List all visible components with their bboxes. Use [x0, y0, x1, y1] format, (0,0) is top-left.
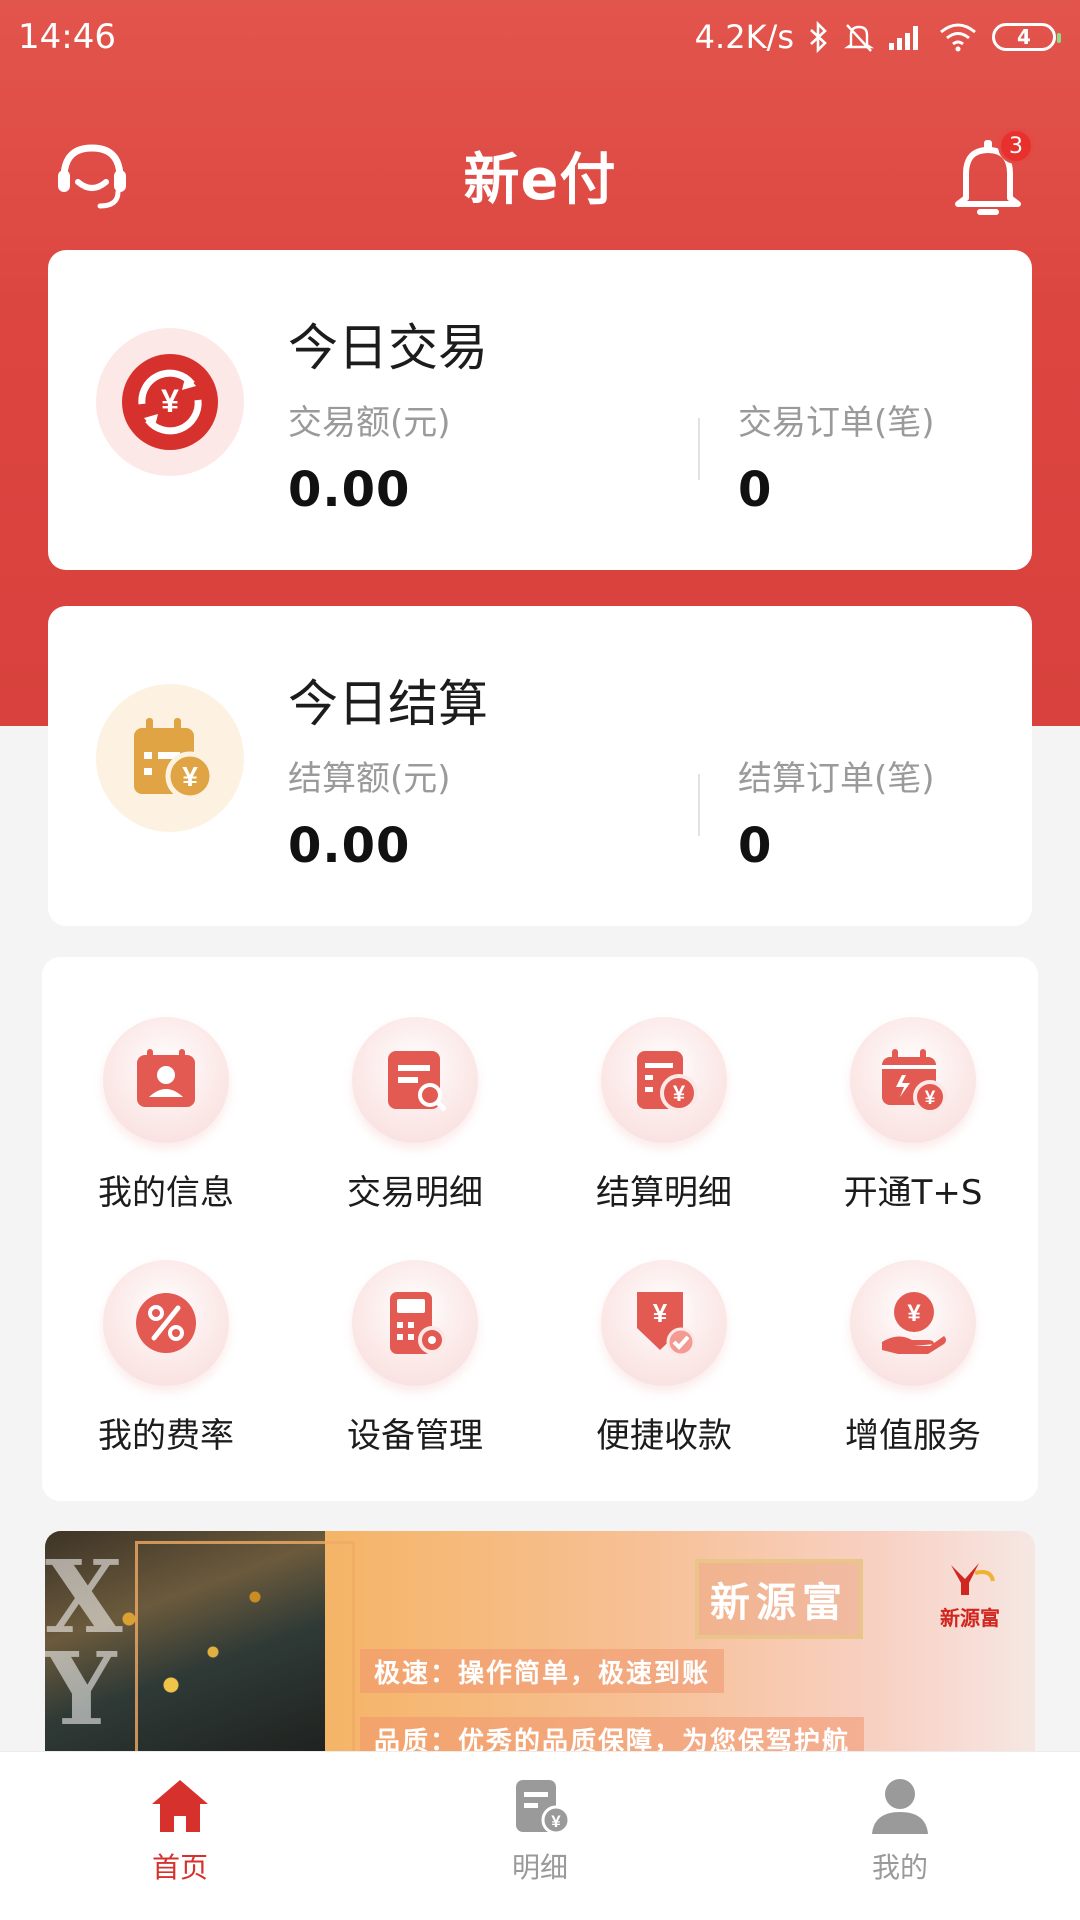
menu-label: 开通T+S	[843, 1173, 983, 1213]
details-icon: ¥	[516, 1780, 571, 1835]
svg-text:¥: ¥	[161, 383, 179, 419]
menu-my-rate[interactable]: 我的费率	[66, 1260, 266, 1460]
status-indicators: 4.2K/s 4	[694, 18, 1061, 56]
signal-icon	[888, 23, 924, 51]
banner-logo-text: 新源富	[940, 1606, 1000, 1630]
menu-quick-collect[interactable]: ¥ 便捷收款	[564, 1260, 764, 1460]
menu-value-added-services[interactable]: ¥ 增值服务	[813, 1260, 1013, 1460]
trade-amount-stat: 交易额(元) 0.00	[288, 395, 451, 518]
menu-device-management[interactable]: 设备管理	[315, 1260, 515, 1460]
trade-orders-value: 0	[738, 462, 773, 518]
settle-amount-stat: 结算额(元) 0.00	[288, 751, 451, 874]
notifications-button[interactable]: 3	[948, 128, 1034, 222]
settle-amount-label: 结算额(元)	[288, 759, 451, 799]
wifi-icon	[938, 22, 978, 52]
document-yen-icon: ¥	[601, 1017, 727, 1143]
contact-card-icon	[103, 1017, 229, 1143]
svg-text:¥: ¥	[551, 1812, 561, 1831]
nav-details[interactable]: ¥ 明细	[440, 1776, 640, 1896]
menu-label: 交易明细	[347, 1173, 483, 1213]
trade-amount-value: 0.00	[288, 462, 411, 518]
home-icon	[152, 1780, 208, 1832]
banner-logo: 新源富	[935, 1561, 1005, 1631]
status-time: 14:46	[18, 17, 116, 57]
profile-icon	[872, 1779, 928, 1834]
net-speed: 4.2K/s	[694, 18, 794, 56]
bottom-nav: 首页 ¥ 明细 我的	[0, 1751, 1080, 1920]
nav-label: 明细	[511, 1851, 568, 1884]
trade-orders-stat: 交易订单(笔) 0	[738, 395, 935, 518]
settle-orders-label: 结算订单(笔)	[738, 759, 935, 799]
status-bar: 14:46 4.2K/s 4	[0, 0, 1080, 74]
promo-banner[interactable]: XY 新源富 新源富 极速：操作简单，极速到账 品质：优秀的品质保障，为您保驾护…	[45, 1531, 1035, 1751]
svg-text:¥: ¥	[653, 1298, 668, 1328]
trade-icon-circle: ¥	[96, 328, 244, 476]
stat-divider	[698, 774, 700, 836]
today-settle-card[interactable]: ¥ 今日结算 结算额(元) 0.00 结算订单(笔) 0	[48, 606, 1032, 926]
menu-trade-details[interactable]: 交易明细	[315, 1017, 515, 1217]
menu-label: 便捷收款	[596, 1416, 732, 1456]
settle-card-title: 今日结算	[288, 675, 488, 733]
menu-settle-details[interactable]: ¥ 结算明细	[564, 1017, 764, 1217]
menu-label: 设备管理	[347, 1416, 483, 1456]
notification-badge: 3	[998, 128, 1034, 164]
settle-amount-value: 0.00	[288, 818, 411, 874]
pos-device-icon	[352, 1260, 478, 1386]
trade-orders-label: 交易订单(笔)	[738, 403, 935, 443]
settle-orders-value: 0	[738, 818, 773, 874]
nav-label: 我的	[871, 1851, 928, 1884]
settle-orders-stat: 结算订单(笔) 0	[738, 751, 935, 874]
nav-profile[interactable]: 我的	[800, 1776, 1000, 1896]
svg-text:¥: ¥	[907, 1300, 921, 1327]
nav-label: 首页	[151, 1851, 208, 1884]
yen-exchange-icon: ¥	[122, 354, 218, 450]
svg-text:¥: ¥	[925, 1088, 936, 1109]
trade-amount-label: 交易额(元)	[288, 403, 451, 443]
function-menu: 我的信息 交易明细 ¥ 结算明细 ¥ 开通T+S 我的费率 设备管理 ¥ 便捷收…	[42, 957, 1038, 1501]
headset-icon	[58, 144, 126, 209]
settle-icon-circle: ¥	[96, 684, 244, 832]
bluetooth-icon	[808, 21, 830, 53]
svg-text:¥: ¥	[182, 761, 198, 792]
receipt-search-icon	[352, 1017, 478, 1143]
yen-check-icon: ¥	[601, 1260, 727, 1386]
stat-divider	[698, 418, 700, 480]
banner-line-2: 品质：优秀的品质保障，为您保驾护航	[360, 1717, 865, 1751]
nav-home[interactable]: 首页	[80, 1776, 280, 1896]
banner-brand: 新源富	[695, 1559, 863, 1639]
menu-label: 我的费率	[98, 1416, 234, 1456]
today-trade-card[interactable]: ¥ 今日交易 交易额(元) 0.00 交易订单(笔) 0	[48, 250, 1032, 570]
percent-icon	[103, 1260, 229, 1386]
banner-letters: XY	[45, 1538, 123, 1748]
banner-frame	[135, 1541, 355, 1751]
menu-label: 增值服务	[845, 1416, 981, 1456]
menu-my-info[interactable]: 我的信息	[66, 1017, 266, 1217]
battery-indicator: 4	[992, 23, 1061, 51]
trade-card-title: 今日交易	[288, 319, 488, 377]
hand-coin-icon: ¥	[850, 1260, 976, 1386]
menu-label: 结算明细	[596, 1173, 732, 1213]
brand-logo-icon	[951, 1563, 995, 1595]
calendar-yen-gold-icon: ¥	[134, 718, 215, 801]
customer-service-button[interactable]	[52, 136, 132, 216]
menu-label: 我的信息	[98, 1173, 234, 1213]
svg-text:¥: ¥	[673, 1081, 686, 1106]
app-title: 新e付	[463, 147, 617, 213]
banner-line-1: 极速：操作简单，极速到账	[360, 1649, 725, 1693]
menu-open-ts[interactable]: ¥ 开通T+S	[813, 1017, 1013, 1217]
mute-bell-icon	[844, 21, 874, 53]
title-bar: 新e付 3	[0, 120, 1080, 230]
calendar-yen-icon: ¥	[850, 1017, 976, 1143]
